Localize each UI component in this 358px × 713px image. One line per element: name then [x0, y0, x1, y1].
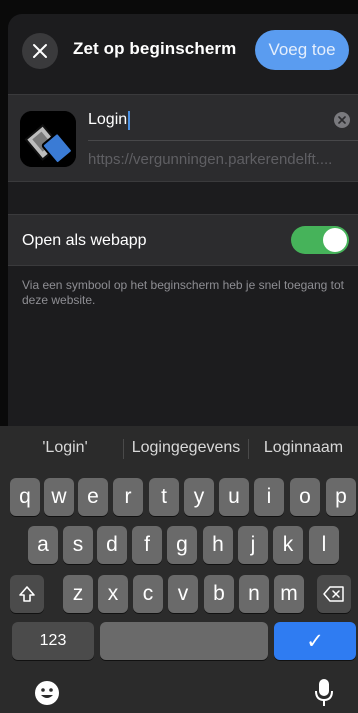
key-c[interactable]: c: [133, 575, 163, 613]
app-icon: [20, 111, 76, 167]
key-f[interactable]: f: [132, 526, 162, 564]
webapp-toggle[interactable]: [291, 226, 349, 254]
close-icon: [33, 44, 47, 58]
webapp-description: Via een symbool op het beginscherm heb j…: [22, 278, 344, 307]
key-w[interactable]: w: [44, 478, 74, 516]
suggestion-item[interactable]: Logingegevens: [126, 439, 246, 457]
suggestion-divider: [123, 439, 124, 459]
key-i[interactable]: i: [254, 478, 284, 516]
clear-icon: [338, 116, 346, 124]
backspace-icon: [323, 586, 344, 602]
sheet-header: Zet op beginscherm Voeg toe: [8, 14, 358, 84]
app-name-value: Login: [88, 111, 128, 128]
key-v[interactable]: v: [168, 575, 198, 613]
app-logo-icon: [20, 111, 76, 167]
add-button[interactable]: Voeg toe: [255, 30, 349, 70]
emoji-icon: [35, 681, 59, 705]
backspace-key[interactable]: [317, 575, 351, 613]
key-p[interactable]: p: [326, 478, 356, 516]
webapp-toggle-row: Open als webapp: [8, 214, 358, 266]
webapp-toggle-label: Open als webapp: [22, 232, 147, 249]
app-url: https://vergunningen.parkerendelft....: [88, 151, 333, 168]
suggestion-item[interactable]: Loginnaam: [251, 439, 356, 457]
dictation-button[interactable]: [314, 678, 334, 713]
emoji-button[interactable]: [34, 680, 60, 711]
key-t[interactable]: t: [149, 478, 179, 516]
key-e[interactable]: e: [78, 478, 108, 516]
microphone-icon: [315, 679, 333, 706]
key-m[interactable]: m: [274, 575, 304, 613]
clear-button[interactable]: [334, 112, 350, 128]
key-o[interactable]: o: [290, 478, 320, 516]
key-x[interactable]: x: [98, 575, 128, 613]
key-h[interactable]: h: [203, 526, 233, 564]
key-k[interactable]: k: [273, 526, 303, 564]
shift-icon: [19, 586, 35, 602]
key-d[interactable]: d: [97, 526, 127, 564]
space-key[interactable]: [100, 622, 268, 660]
field-divider: [88, 140, 358, 141]
key-l[interactable]: l: [309, 526, 339, 564]
suggestion-bar: 'Login' Logingegevens Loginnaam: [0, 426, 358, 470]
key-b[interactable]: b: [204, 575, 234, 613]
suggestion-divider: [248, 439, 249, 459]
toggle-knob: [323, 228, 347, 252]
keyboard: 'Login' Logingegevens Loginnaam qwertyui…: [0, 426, 358, 713]
text-caret: [128, 110, 131, 130]
key-a[interactable]: a: [28, 526, 58, 564]
key-z[interactable]: z: [63, 575, 93, 613]
app-name-input[interactable]: Login: [88, 105, 348, 135]
shift-key[interactable]: [10, 575, 44, 613]
key-q[interactable]: q: [10, 478, 40, 516]
key-y[interactable]: y: [184, 478, 214, 516]
key-u[interactable]: u: [219, 478, 249, 516]
key-g[interactable]: g: [167, 526, 197, 564]
numbers-key[interactable]: 123: [12, 622, 94, 660]
suggestion-item[interactable]: 'Login': [10, 439, 120, 457]
key-n[interactable]: n: [239, 575, 269, 613]
return-key[interactable]: ✓: [274, 622, 356, 660]
key-j[interactable]: j: [238, 526, 268, 564]
app-info-card: Login https://vergunningen.parkerendelft…: [8, 94, 358, 182]
key-s[interactable]: s: [63, 526, 93, 564]
close-button[interactable]: [22, 33, 58, 69]
page-title: Zet op beginscherm: [73, 39, 237, 58]
key-r[interactable]: r: [113, 478, 143, 516]
